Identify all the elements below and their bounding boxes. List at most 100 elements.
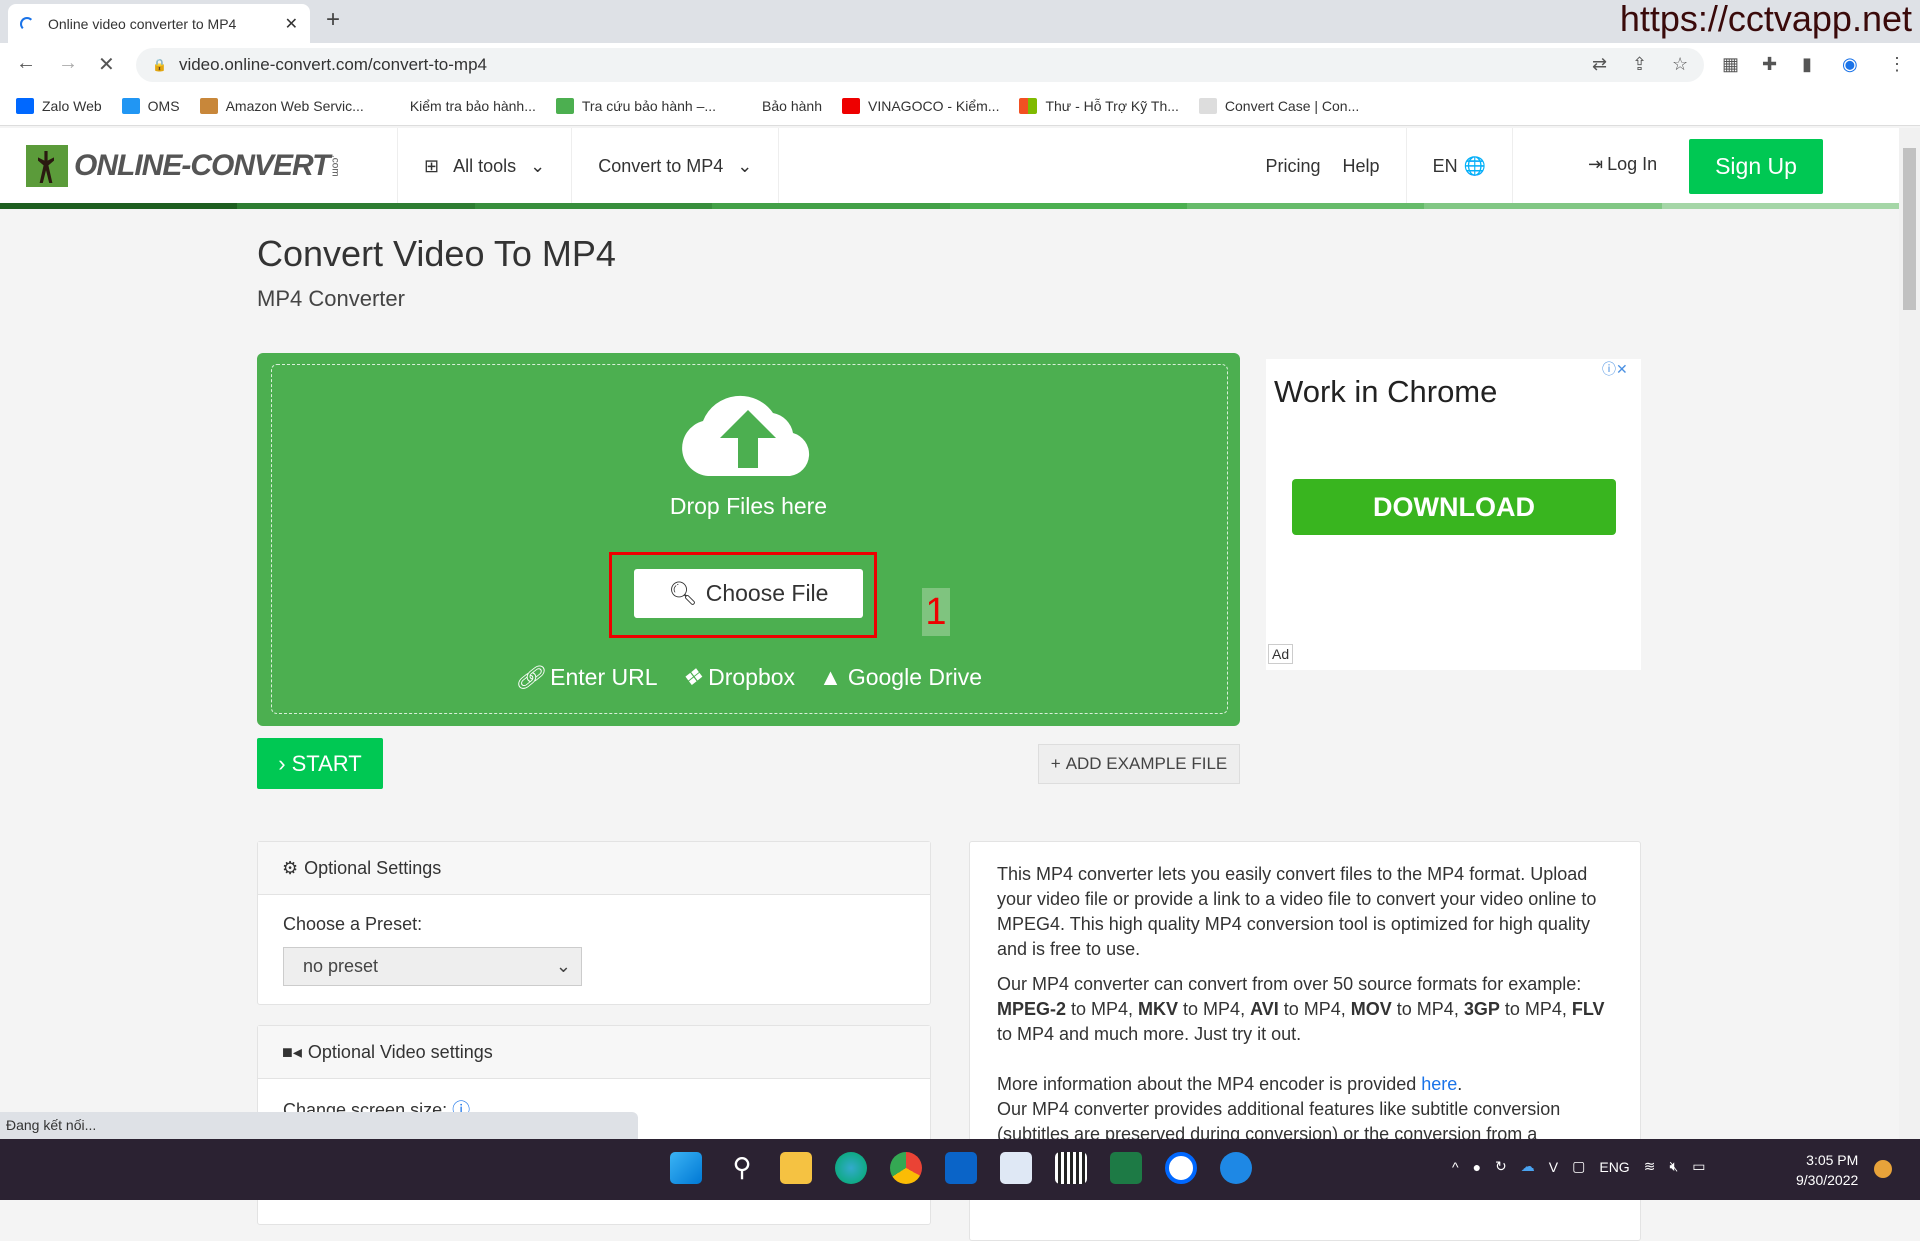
choose-file-button[interactable]: 🔍︎Choose File (634, 569, 863, 618)
bookmark-label: Kiểm tra bảo hành... (410, 98, 536, 114)
address-bar[interactable]: 🔒video.online-convert.com/convert-to-mp4 (136, 48, 1704, 82)
language-indicator[interactable]: ENG (1599, 1159, 1629, 1175)
cloud-upload-icon (678, 388, 818, 478)
plus-icon: + (1051, 754, 1061, 774)
start-icon[interactable] (670, 1152, 702, 1184)
start-button[interactable]: ›START (257, 738, 383, 789)
zalo-icon[interactable] (1165, 1152, 1197, 1184)
chevron-down-icon: ⌄ (530, 156, 545, 177)
chrome-icon[interactable] (890, 1152, 922, 1184)
remote-desktop-icon[interactable] (1220, 1152, 1252, 1184)
to-mp4: to MP4, (1279, 999, 1351, 1019)
description-p3: More information about the MP4 encoder i… (997, 1072, 1613, 1097)
fpt-icon (556, 98, 574, 114)
enter-url-link[interactable]: 🔗︎Enter URL (515, 664, 658, 691)
format: FLV (1572, 999, 1605, 1019)
outlook-icon[interactable] (945, 1152, 977, 1184)
app-tray-icon[interactable]: V (1549, 1159, 1558, 1175)
format: AVI (1250, 999, 1279, 1019)
wifi-icon[interactable]: ≋ (1644, 1158, 1656, 1175)
language-label: EN (1433, 156, 1458, 177)
enter-url-label: Enter URL (550, 664, 657, 691)
page-subtitle: MP4 Converter (257, 286, 405, 312)
chevron-right-icon: › (278, 751, 285, 777)
bookmark-thu[interactable]: Thư - Hỗ Trợ Kỹ Th... (1019, 98, 1178, 114)
bookmark-label: Zalo Web (42, 98, 102, 114)
qr-app-icon[interactable] (1055, 1152, 1087, 1184)
help-link[interactable]: Help (1343, 156, 1380, 177)
speaker-muted-icon[interactable]: 🔇︎ (1669, 1158, 1678, 1175)
sidepanel-icon[interactable]: ▮ (1802, 54, 1812, 75)
site-logo[interactable]: ONLINE-CONVERT.com (0, 128, 398, 204)
clock[interactable]: 3:05 PM9/30/2022 (1796, 1150, 1858, 1190)
ad-choices-icon[interactable]: ⓘ✕ (1602, 359, 1628, 379)
gear-icon: ⚙ (282, 858, 298, 879)
bookmark-tra-cuu[interactable]: Tra cứu bảo hành –... (556, 98, 716, 114)
share-icon[interactable]: ⇪ (1632, 54, 1647, 75)
stop-icon[interactable]: ✕ (98, 52, 115, 77)
translate-icon[interactable]: ⇄ (1592, 54, 1607, 75)
qr-icon[interactable]: ▦ (1722, 54, 1739, 75)
p2-end: to MP4 and much more. Just try it out. (997, 1024, 1301, 1044)
monitor-icon[interactable] (1000, 1152, 1032, 1184)
chevron-down-icon: ⌄ (556, 956, 571, 977)
forward-icon[interactable]: → (58, 52, 78, 75)
bookmark-oms[interactable]: OMS (122, 98, 180, 114)
bookmark-aws[interactable]: Amazon Web Servic... (200, 98, 364, 114)
here-link[interactable]: here (1421, 1074, 1457, 1094)
bookmark-bao-hanh[interactable]: Bảo hành (736, 98, 822, 114)
dropbox-link[interactable]: ❖Dropbox (682, 664, 796, 691)
sign-up-button[interactable]: Sign Up (1689, 139, 1823, 194)
back-icon[interactable]: ← (16, 52, 36, 75)
choose-file-label: Choose File (706, 580, 829, 607)
extensions-icon[interactable]: ✚ (1762, 54, 1777, 75)
preset-select[interactable]: no preset⌄ (283, 947, 582, 986)
convert-to-menu[interactable]: Convert to MP4⌄ (572, 128, 779, 204)
edge-icon[interactable] (835, 1152, 867, 1184)
bookmark-label: Bảo hành (762, 98, 822, 114)
scrollbar-thumb[interactable] (1903, 148, 1916, 310)
tray-icon[interactable]: ▢ (1572, 1158, 1585, 1175)
system-tray: ^ ● ↻ ☁ V ▢ ENG ≋ 🔇︎ ▭ (1452, 1158, 1706, 1175)
bookmark-label: Amazon Web Servic... (226, 98, 364, 114)
chevron-up-icon[interactable]: ^ (1452, 1159, 1459, 1175)
bookmark-label: VINAGOCO - Kiểm... (868, 98, 999, 114)
drop-files-text: Drop Files here (557, 493, 940, 520)
grid-icon: ⊞ (424, 156, 439, 177)
browser-tab[interactable]: Online video converter to MP4✕ (8, 4, 310, 43)
pricing-link[interactable]: Pricing (1266, 156, 1321, 177)
bookmark-zalo[interactable]: Zalo Web (16, 98, 102, 114)
battery-icon[interactable]: ▭ (1692, 1158, 1705, 1175)
notification-icon[interactable] (1874, 1160, 1892, 1178)
logo-suffix: .com (329, 155, 340, 177)
bookmark-convert-case[interactable]: Convert Case | Con... (1199, 98, 1359, 114)
add-example-label: ADD EXAMPLE FILE (1066, 754, 1228, 774)
search-icon[interactable]: ⚲ (726, 1152, 758, 1184)
globe-icon: 🌐 (1464, 156, 1486, 177)
bookmark-kiem-tra[interactable]: Kiểm tra bảo hành... (384, 98, 536, 114)
login-icon: ⇥ (1588, 154, 1603, 175)
google-drive-link[interactable]: ▲Google Drive (819, 664, 982, 691)
star-icon[interactable]: ☆ (1672, 54, 1688, 75)
format: MKV (1138, 999, 1178, 1019)
file-explorer-icon[interactable] (780, 1152, 812, 1184)
menu-icon[interactable]: ⋮ (1888, 54, 1906, 75)
bookmark-vinagoco[interactable]: VINAGOCO - Kiểm... (842, 98, 999, 114)
profile-icon[interactable]: ◉ (1842, 54, 1858, 75)
to-mp4: to MP4, (1500, 999, 1572, 1019)
video-camera-icon: ■◂ (282, 1042, 302, 1063)
ad-download-button[interactable]: DOWNLOAD (1292, 479, 1616, 535)
all-tools-menu[interactable]: ⊞All tools⌄ (398, 128, 572, 204)
zalo-tray-icon[interactable]: ● (1473, 1159, 1481, 1175)
add-example-file-button[interactable]: +ADD EXAMPLE FILE (1038, 744, 1240, 784)
excel-icon[interactable] (1110, 1152, 1142, 1184)
bookmark-label: Convert Case | Con... (1225, 98, 1359, 114)
new-tab-button[interactable]: + (326, 6, 340, 34)
login-link[interactable]: ⇥Log In (1588, 154, 1657, 175)
dropbox-label: Dropbox (708, 664, 795, 691)
onedrive-icon[interactable]: ☁ (1521, 1158, 1535, 1175)
format: MPEG-2 (997, 999, 1066, 1019)
close-tab-icon[interactable]: ✕ (285, 14, 298, 34)
sync-icon[interactable]: ↻ (1495, 1158, 1507, 1175)
language-selector[interactable]: EN 🌐 (1406, 128, 1513, 204)
